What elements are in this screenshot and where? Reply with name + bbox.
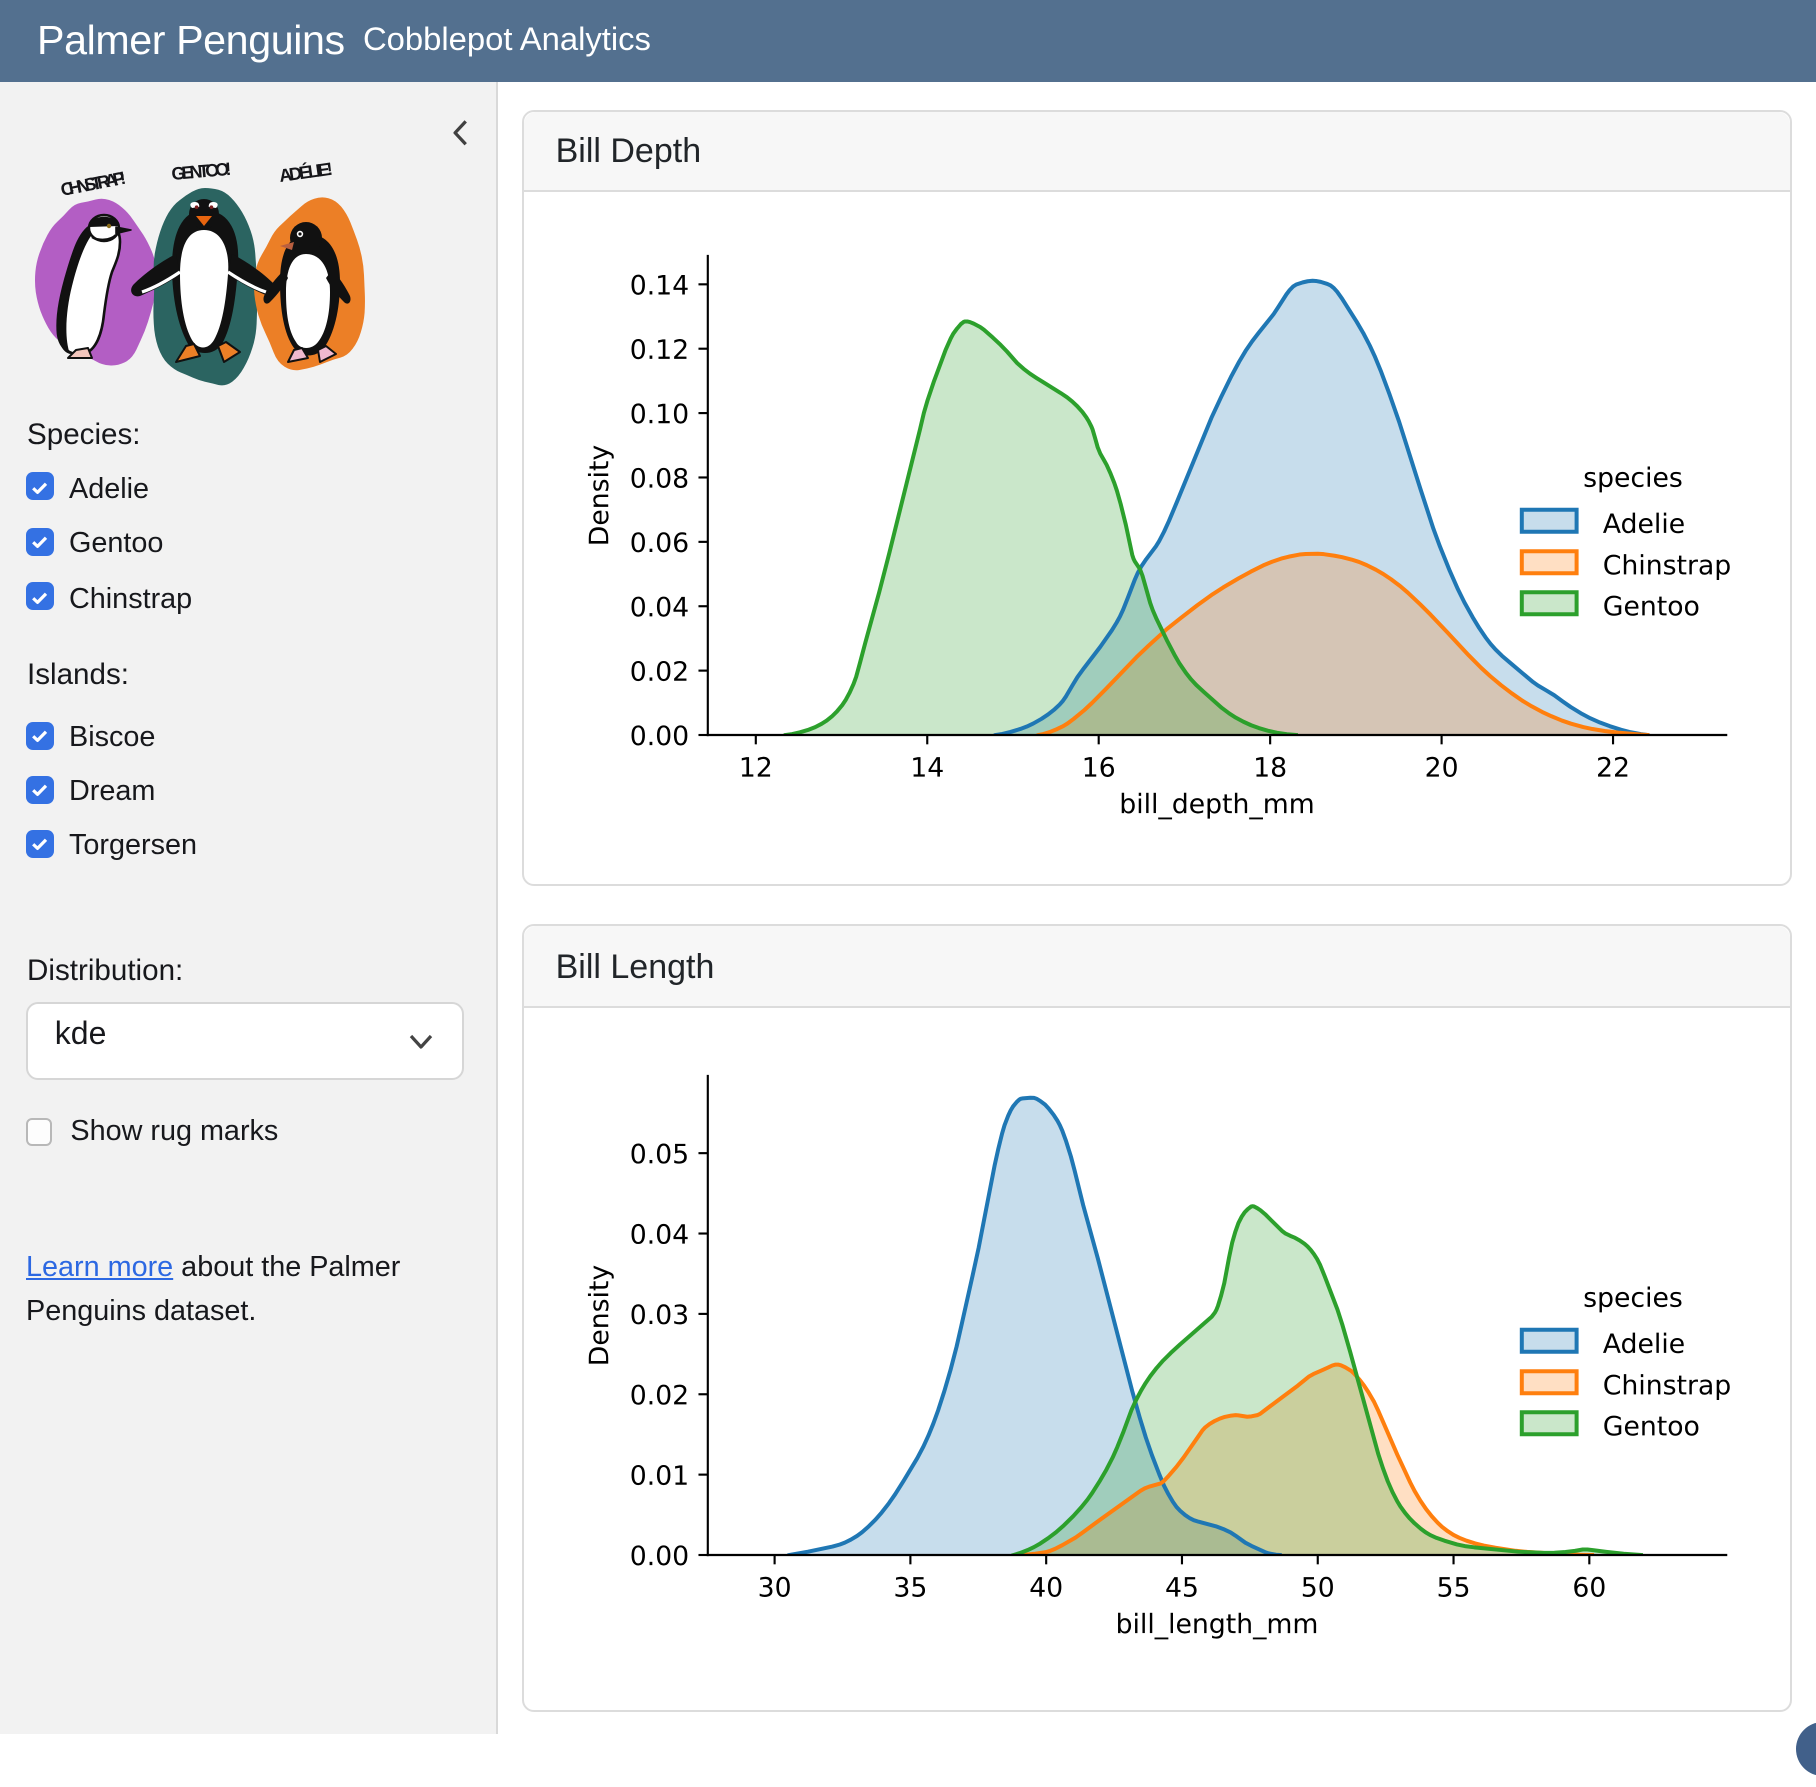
svg-text:ADÉLIE!: ADÉLIE! xyxy=(278,157,334,185)
svg-text:CHINSTRAP!: CHINSTRAP! xyxy=(59,167,128,199)
svg-text:GENTOO!: GENTOO! xyxy=(171,158,233,183)
